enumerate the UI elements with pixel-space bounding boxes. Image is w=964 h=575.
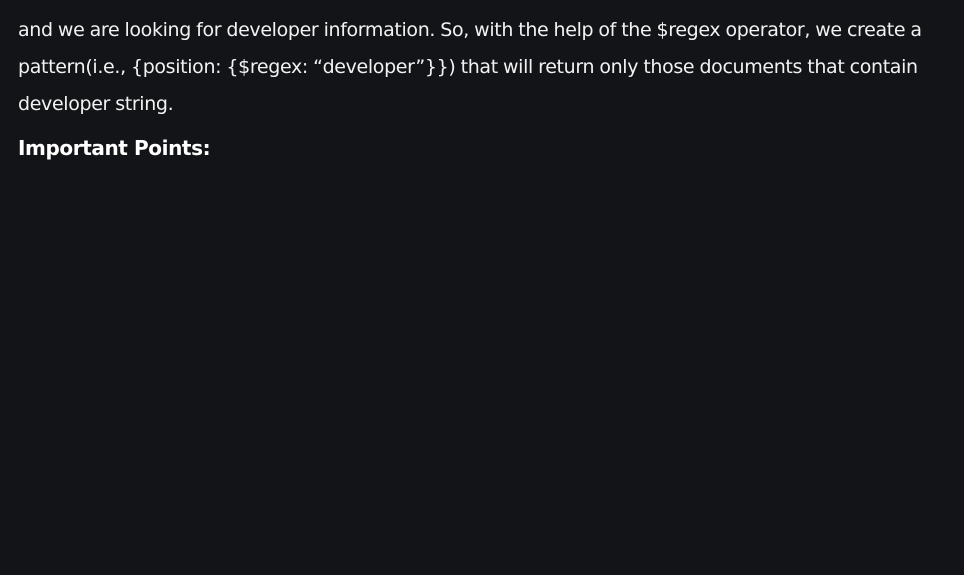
section-heading-important-points: Important Points: (18, 136, 211, 160)
article-content: and we are looking for developer informa… (0, 0, 964, 575)
article-paragraph: and we are looking for developer informa… (18, 19, 922, 115)
